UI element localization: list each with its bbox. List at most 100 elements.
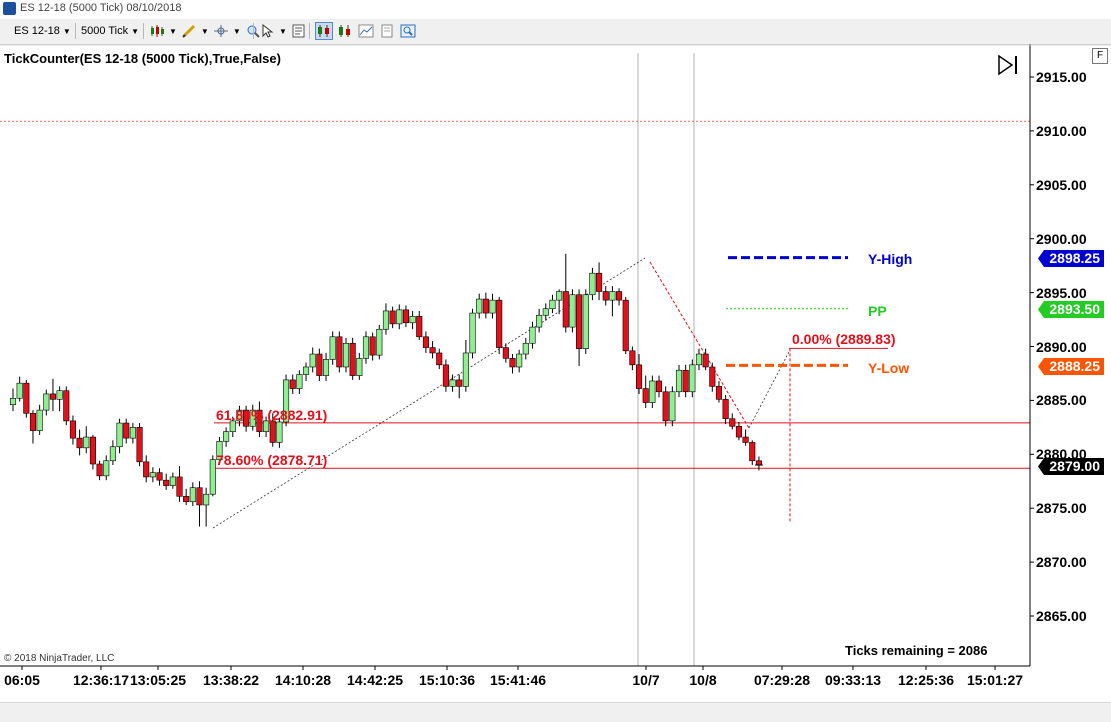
candle-body xyxy=(609,291,616,301)
time-tick-label: 13:38:22 xyxy=(202,672,260,688)
price-tag-pp: 2893.50 xyxy=(1038,301,1104,318)
candle-body xyxy=(562,291,569,328)
legend-pp: PP xyxy=(868,303,887,319)
candle-body xyxy=(362,336,370,359)
price-tick-label: 2870.00 xyxy=(1036,554,1087,571)
candle-body xyxy=(622,299,629,352)
time-tick-label: 15:10:36 xyxy=(418,672,476,688)
candle-body xyxy=(536,314,543,328)
candle-body xyxy=(116,422,123,448)
candle-body xyxy=(616,291,623,301)
candle-body xyxy=(336,336,343,368)
candle-body xyxy=(596,272,603,292)
candle-body xyxy=(56,390,63,400)
candle-body xyxy=(322,359,330,376)
candle-body xyxy=(542,308,549,316)
candle-body xyxy=(149,472,156,478)
candle-body xyxy=(462,352,469,387)
candle-body xyxy=(136,427,143,463)
candle-body xyxy=(183,496,190,503)
candle-body xyxy=(356,358,363,376)
legend-y-low: Y-Low xyxy=(868,360,910,376)
candle-body xyxy=(569,294,576,328)
fib-label-78: 78.60% (2878.71) xyxy=(216,452,328,468)
candle-body xyxy=(143,461,150,478)
fib-label-61: 61.80% (2882.91) xyxy=(216,407,328,423)
candle-body xyxy=(302,366,310,375)
candle-body xyxy=(36,409,43,431)
candle-body xyxy=(83,436,90,449)
candle-body xyxy=(589,272,596,296)
candle-body xyxy=(722,399,729,420)
candle-body xyxy=(76,437,83,449)
candle-body xyxy=(755,460,762,466)
price-chart[interactable] xyxy=(0,0,1111,721)
candle-body xyxy=(582,294,589,349)
candle-body xyxy=(156,472,163,481)
time-tick-label: 14:10:28 xyxy=(274,672,332,688)
candle-body xyxy=(456,379,463,387)
candle-body xyxy=(409,316,416,324)
price-tick-label: 2900.00 xyxy=(1036,230,1087,247)
candle-body xyxy=(549,299,556,310)
legend-y-high: Y-High xyxy=(868,251,913,267)
candle-body xyxy=(502,347,509,359)
candle-body xyxy=(169,476,176,486)
candle-body xyxy=(662,391,669,422)
candle-body xyxy=(276,421,283,443)
price-tag-y-high: 2898.25 xyxy=(1038,250,1104,267)
time-tick-label: 06:05 xyxy=(4,672,40,688)
time-tick-label: 07:29:28 xyxy=(753,672,811,688)
candle-body xyxy=(196,487,203,506)
scroll-to-end-icon[interactable] xyxy=(998,54,1017,76)
candle-body xyxy=(496,299,503,348)
horizontal-scrollbar[interactable] xyxy=(0,702,1111,722)
candle-body xyxy=(43,393,50,411)
candle-body xyxy=(682,369,689,393)
candle-body xyxy=(103,460,110,477)
price-tick-label: 2885.00 xyxy=(1036,392,1087,409)
candle-body xyxy=(349,342,356,376)
candle-body xyxy=(63,390,70,422)
price-tag-y-low: 2888.25 xyxy=(1038,358,1104,375)
candle-body xyxy=(189,487,196,503)
time-tick-label: 14:42:25 xyxy=(346,672,404,688)
copyright: © 2018 NinjaTrader, LLC xyxy=(4,653,115,664)
time-tick-label: 13:05:25 xyxy=(129,672,187,688)
candle-body xyxy=(123,422,130,439)
candle-body xyxy=(289,379,296,389)
candle-body xyxy=(469,312,476,354)
price-tick-label: 2890.00 xyxy=(1036,338,1087,355)
candle-body xyxy=(556,291,563,301)
candle-body xyxy=(489,299,496,314)
candle-body xyxy=(416,316,423,338)
candle-body xyxy=(669,391,676,422)
candle-body xyxy=(522,342,529,355)
axes-layer xyxy=(0,44,1111,670)
candle-body xyxy=(203,493,210,506)
price-tick-label: 2875.00 xyxy=(1036,500,1087,517)
candle-body xyxy=(109,446,116,462)
candle-body xyxy=(749,442,756,462)
time-tick-label: 15:41:46 xyxy=(489,672,547,688)
candle-body xyxy=(316,353,323,376)
candle-body xyxy=(729,418,736,427)
candle-body xyxy=(449,379,456,387)
candle-body xyxy=(382,310,390,330)
candle-body xyxy=(163,479,170,486)
candle-body xyxy=(509,358,516,368)
candle-body xyxy=(369,336,376,356)
price-tick-label: 2910.00 xyxy=(1036,122,1087,139)
price-tick-label: 2865.00 xyxy=(1036,608,1087,624)
candle-body xyxy=(269,420,276,443)
candle-body xyxy=(476,298,483,314)
candle-body xyxy=(715,386,723,400)
candle-body xyxy=(629,350,636,366)
candles-layer xyxy=(9,253,763,527)
candle-body xyxy=(529,326,536,344)
candle-body xyxy=(396,309,403,325)
candle-body xyxy=(429,347,436,354)
candle-body xyxy=(296,374,303,389)
ticks-remaining: Ticks remaining = 2086 xyxy=(845,643,988,658)
candle-body xyxy=(329,336,336,360)
